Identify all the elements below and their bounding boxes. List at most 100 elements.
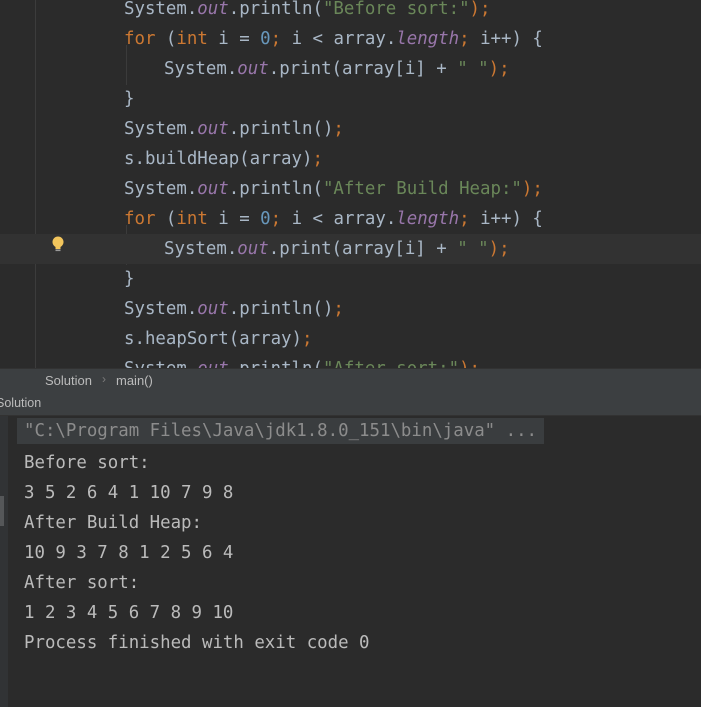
code-token: out (237, 59, 269, 79)
console-command-line[interactable]: "C:\Program Files\Java\jdk1.8.0_151\bin\… (17, 418, 545, 444)
code-line[interactable]: System.out.println(); (0, 114, 701, 144)
code-line[interactable]: for (int i = 0; i < array.length; i++) { (0, 24, 701, 54)
code-token: " " (457, 239, 489, 259)
code-token: .println() (228, 299, 334, 319)
code-text: System.out.println(); (124, 114, 344, 144)
console-output-line: 10 9 3 7 8 1 2 5 6 4 (24, 543, 234, 563)
code-token: 0 (260, 29, 271, 49)
code-token: out (237, 239, 269, 259)
code-token: } (124, 89, 135, 109)
code-token: ; (302, 329, 313, 349)
code-token: "After Build Heap:" (322, 179, 522, 199)
code-line[interactable]: System.out.print(array[i] + " "); (0, 54, 701, 84)
code-token: for (124, 29, 156, 49)
code-token: System. (124, 299, 198, 319)
code-token: i++) { (480, 209, 543, 229)
code-token: ( (155, 209, 177, 229)
code-text: for (int i = 0; i < array.length; i++) { (124, 24, 543, 54)
code-token: ; (459, 209, 481, 229)
code-line[interactable]: System.out.print(array[i] + " "); (0, 234, 701, 264)
code-line[interactable]: System.out.println(); (0, 294, 701, 324)
console-toolbar-strip (0, 416, 8, 707)
code-token: System. (124, 179, 198, 199)
code-token: } (124, 269, 135, 289)
code-token: i = (207, 209, 261, 229)
code-token: ; (333, 119, 344, 139)
code-token: out (197, 119, 229, 139)
code-token: i < array. (291, 29, 397, 49)
run-tool-window-header: Solution (0, 393, 701, 416)
code-token: int (176, 209, 208, 229)
code-line[interactable]: System.out.println("After Build Heap:"); (0, 174, 701, 204)
code-token: ( (155, 29, 177, 49)
code-line[interactable]: } (0, 264, 701, 294)
breadcrumb: Solution › main() (0, 368, 701, 393)
code-token: .print(array[i] + (268, 59, 458, 79)
code-text: System.out.println("After sort:"); (124, 354, 480, 368)
code-token: ); (469, 0, 491, 19)
code-line[interactable]: } (0, 84, 701, 114)
code-token: s.buildHeap(array) (124, 149, 313, 169)
code-line[interactable]: s.buildHeap(array); (0, 144, 701, 174)
console-output-line: Process finished with exit code 0 (24, 633, 370, 653)
console-output-line: After Build Heap: (24, 513, 202, 533)
code-token: out (197, 179, 229, 199)
lightbulb-icon[interactable] (50, 235, 66, 253)
code-token: ); (488, 59, 510, 79)
code-text: s.heapSort(array); (124, 324, 312, 354)
code-text: System.out.println("Before sort:"); (124, 0, 491, 24)
console-output-line: 3 5 2 6 4 1 10 7 9 8 (24, 483, 234, 503)
code-token: length (396, 209, 460, 229)
code-token: ; (459, 29, 481, 49)
code-token: .println( (229, 359, 323, 368)
toolbar-marker (0, 496, 4, 526)
code-text: for (int i = 0; i < array.length; i++) { (124, 204, 543, 234)
code-token: ; (270, 29, 292, 49)
code-token: ; (270, 209, 292, 229)
code-token: length (396, 29, 460, 49)
run-console[interactable]: "C:\Program Files\Java\jdk1.8.0_151\bin\… (0, 416, 701, 707)
code-token: int (176, 29, 208, 49)
code-text: s.buildHeap(array); (124, 144, 323, 174)
code-text: System.out.println(); (124, 294, 344, 324)
chevron-right-icon: › (102, 372, 106, 386)
code-text: } (124, 264, 134, 294)
code-text: } (124, 84, 134, 114)
code-token: ); (488, 239, 510, 259)
code-text: System.out.print(array[i] + " "); (164, 234, 510, 264)
code-token: ; (333, 299, 344, 319)
code-token: i++) { (480, 29, 543, 49)
code-token: 0 (260, 209, 271, 229)
code-token: out (197, 0, 229, 19)
code-token: for (124, 209, 156, 229)
code-editor[interactable]: System.out.println("Before sort:"); for (… (0, 0, 701, 368)
code-token: ; (312, 149, 323, 169)
breadcrumb-class[interactable]: Solution (45, 373, 92, 388)
code-token: ); (459, 359, 480, 368)
code-line[interactable]: System.out.println("Before sort:"); (0, 0, 701, 24)
code-token: System. (164, 239, 238, 259)
console-output-line: 1 2 3 4 5 6 7 8 9 10 (24, 603, 234, 623)
code-token: " " (457, 59, 489, 79)
code-line[interactable]: for (int i = 0; i < array.length; i++) { (0, 204, 701, 234)
code-line[interactable]: System.out.println("After sort:"); (0, 354, 701, 368)
code-token: out (197, 299, 229, 319)
run-tab-solution[interactable]: Solution (0, 396, 41, 410)
code-token: i = (207, 29, 261, 49)
code-token: System. (164, 59, 238, 79)
code-token: .println( (228, 0, 323, 19)
code-token: .println() (228, 119, 334, 139)
code-token: System. (124, 359, 197, 368)
code-line[interactable]: s.heapSort(array); (0, 324, 701, 354)
code-text: System.out.println("After Build Heap:"); (124, 174, 543, 204)
code-text: System.out.print(array[i] + " "); (164, 54, 510, 84)
code-token: out (197, 359, 228, 368)
breadcrumb-method[interactable]: main() (116, 373, 153, 388)
code-token: System. (124, 119, 198, 139)
code-token: System. (124, 0, 198, 19)
code-token: "Before sort:" (322, 0, 470, 19)
code-token: .print(array[i] + (268, 239, 458, 259)
code-token: .println( (228, 179, 323, 199)
console-output-line: After sort: (24, 573, 140, 593)
code-token: s.heapSort(array) (124, 329, 302, 349)
